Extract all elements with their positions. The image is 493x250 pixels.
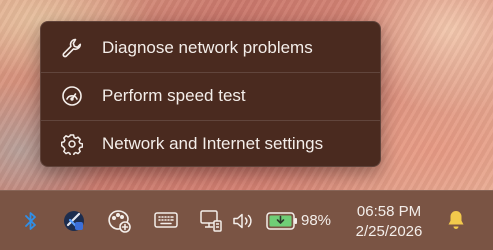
menu-item-label: Diagnose network problems: [102, 38, 313, 57]
volume-icon[interactable]: [232, 212, 256, 230]
vpn-shield-icon[interactable]: [62, 209, 86, 233]
clock-date: 2/25/2026: [355, 223, 423, 240]
keyboard-icon[interactable]: [154, 211, 178, 229]
menu-item-label: Network and Internet settings: [102, 134, 324, 153]
menu-item-network-settings[interactable]: Network and Internet settings: [41, 122, 380, 166]
bell-icon[interactable]: [446, 209, 466, 231]
menu-separator: [41, 120, 380, 121]
menu-item-speed-test[interactable]: Perform speed test: [41, 74, 380, 118]
network-icon[interactable]: [199, 209, 223, 233]
menu-item-label: Perform speed test: [102, 86, 246, 105]
menu-item-diagnose-network[interactable]: Diagnose network problems: [41, 26, 380, 70]
menu-separator: [41, 72, 380, 73]
gear-icon: [61, 133, 83, 155]
network-context-menu: Diagnose network problems Perform speed …: [40, 21, 381, 167]
taskbar: 98% 06:58 PM 2/25/2026: [0, 190, 493, 250]
palette-icon[interactable]: [106, 208, 132, 234]
bluetooth-icon[interactable]: [23, 211, 39, 231]
battery-charging-icon[interactable]: [266, 211, 298, 231]
speedometer-icon: [61, 85, 83, 107]
clock-time: 06:58 PM: [356, 203, 422, 220]
clock[interactable]: 06:58 PM 2/25/2026: [340, 202, 438, 242]
wrench-icon: [61, 37, 83, 59]
battery-percentage: 98%: [301, 212, 332, 229]
